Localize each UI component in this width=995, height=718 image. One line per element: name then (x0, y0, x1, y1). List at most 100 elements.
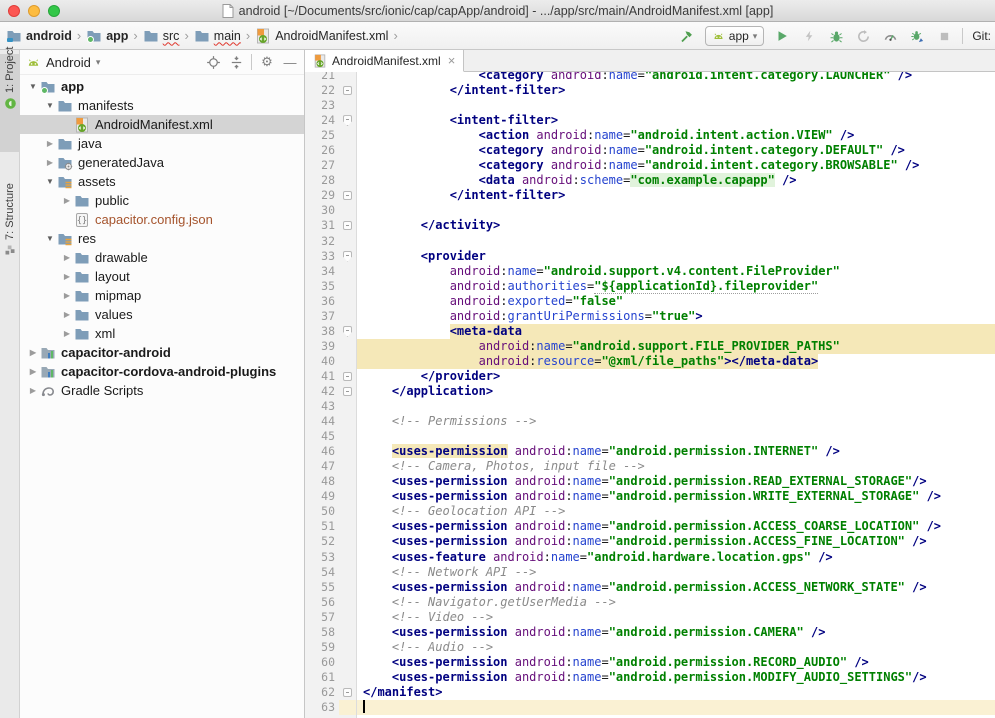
code-line-35[interactable]: 35 android:authorities="${applicationId}… (305, 279, 995, 294)
tool-window-button-1-project[interactable]: 1: Project (0, 54, 20, 152)
expand-arrow-icon[interactable]: ▶ (60, 310, 74, 319)
breadcrumb-item-androidmanifest-xml[interactable]: AndroidManifest.xml (255, 28, 388, 44)
code-line-28[interactable]: 28 <data android:scheme="com.example.cap… (305, 173, 995, 188)
code-line-37[interactable]: 37 android:grantUriPermissions="true"> (305, 309, 995, 324)
code-line-43[interactable]: 43 (305, 399, 995, 414)
minimize-window-icon[interactable] (28, 5, 40, 17)
fold-marker-icon[interactable] (339, 83, 357, 98)
fold-marker-icon[interactable] (339, 369, 357, 384)
code-line-24[interactable]: 24 <intent-filter> (305, 113, 995, 128)
tree-item-values[interactable]: ▶values (20, 305, 304, 324)
code-line-38[interactable]: 38 <meta-data (305, 324, 995, 339)
code-line-59[interactable]: 59 <!-- Audio --> (305, 640, 995, 655)
breadcrumb-item-android[interactable]: android (6, 28, 72, 44)
tree-item-public[interactable]: ▶public (20, 191, 304, 210)
expand-arrow-icon[interactable]: ▶ (43, 158, 57, 167)
expand-arrow-icon[interactable]: ▼ (26, 82, 40, 91)
code-line-30[interactable]: 30 (305, 203, 995, 218)
debug-icon[interactable] (827, 27, 845, 45)
code-line-58[interactable]: 58 <uses-permission android:name="androi… (305, 625, 995, 640)
tree-item-assets[interactable]: ▼assets (20, 172, 304, 191)
code-line-33[interactable]: 33 <provider (305, 249, 995, 264)
code-line-32[interactable]: 32 (305, 234, 995, 249)
collapse-all-icon[interactable] (228, 54, 244, 70)
fold-marker-icon[interactable] (339, 113, 357, 128)
code-line-55[interactable]: 55 <uses-permission android:name="androi… (305, 580, 995, 595)
tree-item-app[interactable]: ▼app (20, 77, 304, 96)
expand-arrow-icon[interactable]: ▶ (60, 272, 74, 281)
expand-arrow-icon[interactable]: ▶ (60, 291, 74, 300)
tree-item-layout[interactable]: ▶layout (20, 267, 304, 286)
tree-item-res[interactable]: ▼res (20, 229, 304, 248)
git-widget[interactable]: Git: (972, 29, 991, 43)
expand-arrow-icon[interactable]: ▶ (43, 139, 57, 148)
code-line-54[interactable]: 54 <!-- Network API --> (305, 565, 995, 580)
fold-marker-icon[interactable] (339, 384, 357, 399)
code-line-57[interactable]: 57 <!-- Video --> (305, 610, 995, 625)
fold-marker-icon[interactable] (339, 324, 357, 339)
expand-arrow-icon[interactable]: ▶ (60, 329, 74, 338)
project-view-selector[interactable]: Android (46, 55, 91, 70)
apply-changes-icon[interactable] (800, 27, 818, 45)
fold-marker-icon[interactable] (339, 218, 357, 233)
fold-marker-icon[interactable] (339, 249, 357, 264)
expand-arrow-icon[interactable]: ▶ (60, 253, 74, 262)
profiler-icon[interactable] (881, 27, 899, 45)
code-line-40[interactable]: 40 android:resource="@xml/file_paths"></… (305, 354, 995, 369)
tree-item-java[interactable]: ▶java (20, 134, 304, 153)
close-icon[interactable]: × (448, 53, 456, 68)
code-line-53[interactable]: 53 <uses-feature android:name="android.h… (305, 550, 995, 565)
expand-arrow-icon[interactable]: ▶ (26, 386, 40, 395)
fold-marker-icon[interactable] (339, 188, 357, 203)
code-line-46[interactable]: 46 <uses-permission android:name="androi… (305, 444, 995, 459)
code-line-60[interactable]: 60 <uses-permission android:name="androi… (305, 655, 995, 670)
run-icon[interactable] (773, 27, 791, 45)
code-line-29[interactable]: 29 </intent-filter> (305, 188, 995, 203)
locate-icon[interactable] (205, 54, 221, 70)
breadcrumb-item-main[interactable]: main (194, 28, 241, 44)
code-line-56[interactable]: 56 <!-- Navigator.getUserMedia --> (305, 595, 995, 610)
code-line-31[interactable]: 31 </activity> (305, 218, 995, 233)
tree-item-drawable[interactable]: ▶drawable (20, 248, 304, 267)
code-line-26[interactable]: 26 <category android:name="android.inten… (305, 143, 995, 158)
code-line-47[interactable]: 47 <!-- Camera, Photos, input file --> (305, 459, 995, 474)
coverage-icon[interactable] (854, 27, 872, 45)
code-line-22[interactable]: 22 </intent-filter> (305, 83, 995, 98)
tree-item-gradle-scripts[interactable]: ▶Gradle Scripts (20, 381, 304, 400)
tree-item-capacitor-config-json[interactable]: {}capacitor.config.json (20, 210, 304, 229)
tab-androidmanifest[interactable]: AndroidManifest.xml × (305, 50, 464, 72)
code-line-23[interactable]: 23 (305, 98, 995, 113)
close-window-icon[interactable] (8, 5, 20, 17)
code-line-41[interactable]: 41 </provider> (305, 369, 995, 384)
expand-arrow-icon[interactable]: ▼ (43, 177, 57, 186)
code-line-63[interactable]: 63 (305, 700, 995, 715)
tree-item-xml[interactable]: ▶xml (20, 324, 304, 343)
code-editor[interactable]: 21 <category android:name="android.inten… (305, 72, 995, 718)
expand-arrow-icon[interactable]: ▶ (26, 348, 40, 357)
breadcrumb-item-app[interactable]: app (86, 28, 128, 44)
code-line-61[interactable]: 61 <uses-permission android:name="androi… (305, 670, 995, 685)
stop-icon[interactable] (935, 27, 953, 45)
code-line-51[interactable]: 51 <uses-permission android:name="androi… (305, 519, 995, 534)
tree-item-generatedjava[interactable]: ▶generatedJava (20, 153, 304, 172)
code-line-34[interactable]: 34 android:name="android.support.v4.cont… (305, 264, 995, 279)
code-line-62[interactable]: 62</manifest> (305, 685, 995, 700)
run-configuration-select[interactable]: app ▾ (705, 26, 765, 46)
tree-item-mipmap[interactable]: ▶mipmap (20, 286, 304, 305)
build-hammer-icon[interactable] (678, 27, 696, 45)
tree-item-capacitor-cordova-android-plugins[interactable]: ▶capacitor-cordova-android-plugins (20, 362, 304, 381)
tree-item-capacitor-android[interactable]: ▶capacitor-android (20, 343, 304, 362)
tool-window-button-7-structure[interactable]: 7: Structure (0, 200, 20, 298)
tree-item-manifests[interactable]: ▼manifests (20, 96, 304, 115)
code-line-52[interactable]: 52 <uses-permission android:name="androi… (305, 534, 995, 549)
expand-arrow-icon[interactable]: ▶ (60, 196, 74, 205)
breadcrumb-item-src[interactable]: src (143, 28, 180, 44)
code-line-50[interactable]: 50 <!-- Geolocation API --> (305, 504, 995, 519)
settings-gear-icon[interactable]: ⚙ (259, 54, 275, 70)
hide-icon[interactable]: — (282, 54, 298, 70)
attach-debugger-icon[interactable] (908, 27, 926, 45)
code-line-21[interactable]: 21 <category android:name="android.inten… (305, 72, 995, 83)
code-line-39[interactable]: 39 android:name="android.support.FILE_PR… (305, 339, 995, 354)
code-line-49[interactable]: 49 <uses-permission android:name="androi… (305, 489, 995, 504)
code-line-45[interactable]: 45 (305, 429, 995, 444)
